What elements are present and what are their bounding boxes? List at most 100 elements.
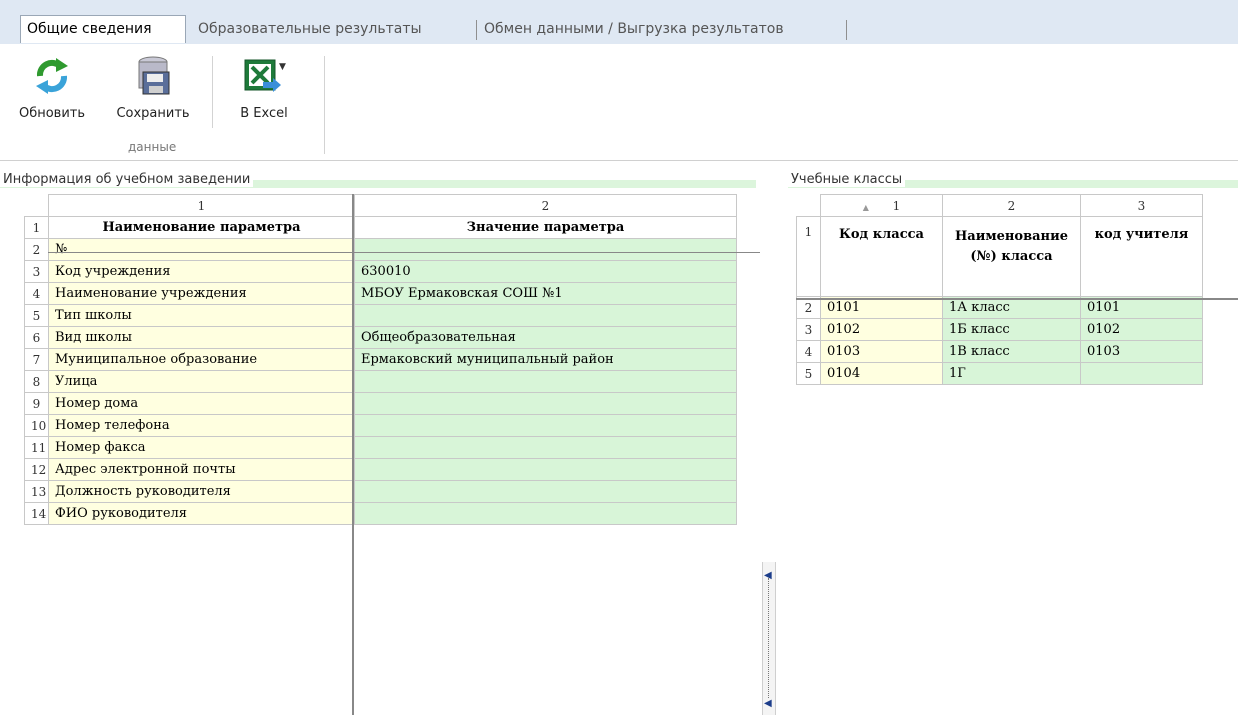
column-number[interactable]: ▲ 1 xyxy=(820,194,943,217)
class-code-cell[interactable]: 0102 xyxy=(820,318,943,341)
param-name-cell[interactable]: № xyxy=(48,238,355,261)
row-number: 13 xyxy=(24,480,49,503)
tab-data-exchange[interactable]: Обмен данными / Выгрузка результатов xyxy=(478,16,848,42)
param-value-cell[interactable]: 630010 xyxy=(354,260,737,283)
param-value-cell[interactable] xyxy=(354,238,737,261)
teacher-code-cell[interactable]: 0103 xyxy=(1080,340,1203,363)
row-number: 9 xyxy=(24,392,49,415)
param-value-cell[interactable] xyxy=(354,480,737,503)
table-row: 11 Номер факса xyxy=(24,436,737,459)
class-name-cell[interactable]: 1Б класс xyxy=(942,318,1081,341)
row-number: 4 xyxy=(24,282,49,305)
corner-cell xyxy=(24,194,49,217)
teacher-code-cell[interactable]: 0102 xyxy=(1080,318,1203,341)
param-name-cell[interactable]: Номер телефона xyxy=(48,414,355,437)
splitter-grip xyxy=(768,578,770,698)
teacher-code-header: код учителя xyxy=(1080,216,1203,297)
param-name-cell[interactable]: Должность руководителя xyxy=(48,480,355,503)
table-row: 9 Номер дома xyxy=(24,392,737,415)
table-row: 5 0104 1Г xyxy=(796,362,1203,385)
right-panel-title: Учебные классы xyxy=(788,172,906,188)
column-number-label: 1 xyxy=(892,198,901,213)
row-number: 5 xyxy=(796,362,821,385)
param-name-cell[interactable]: Наименование учреждения xyxy=(48,282,355,305)
panel-splitter[interactable]: ◀ ◀ xyxy=(762,562,776,715)
table-row: 5 Тип школы xyxy=(24,304,737,327)
save-label: Сохранить xyxy=(116,106,190,121)
export-excel-button[interactable]: ▼ В Excel xyxy=(222,54,306,121)
column-number: 2 xyxy=(354,194,737,217)
sort-ascending-icon: ▲ xyxy=(862,202,869,212)
param-name-cell[interactable]: Код учреждения xyxy=(48,260,355,283)
table-row: 14 ФИО руководителя xyxy=(24,502,737,525)
refresh-icon xyxy=(30,54,74,98)
class-name-cell[interactable]: 1Г xyxy=(942,362,1081,385)
param-name-cell[interactable]: Номер дома xyxy=(48,392,355,415)
header-row: 1 Наименование параметра Значение параме… xyxy=(24,216,737,239)
corner-cell xyxy=(796,194,821,217)
classes-grid: ▲ 1 2 3 1 Код класса Наименование (№) кл… xyxy=(796,194,1203,385)
param-value-cell[interactable]: Общеобразовательная xyxy=(354,326,737,349)
class-code-header: Код класса xyxy=(820,216,943,297)
excel-label: В Excel xyxy=(240,106,288,121)
row-number: 11 xyxy=(24,436,49,459)
ribbon-toolbar: Обновить Сохранить ▼ В Excel данные xyxy=(0,44,1238,161)
dropdown-arrow-icon[interactable]: ▼ xyxy=(279,62,286,72)
tab-label: Обмен данными / Выгрузка результатов xyxy=(484,21,784,37)
param-value-cell[interactable]: МБОУ Ермаковская СОШ №1 xyxy=(354,282,737,305)
table-row: 12 Адрес электронной почты xyxy=(24,458,737,481)
tab-label: Общие сведения xyxy=(27,21,152,37)
param-value-cell[interactable] xyxy=(354,414,737,437)
param-value-cell[interactable]: Ермаковский муниципальный район xyxy=(354,348,737,371)
class-name-header: Наименование (№) класса xyxy=(942,216,1081,297)
class-code-cell[interactable]: 0104 xyxy=(820,362,943,385)
param-value-cell[interactable] xyxy=(354,392,737,415)
param-name-cell[interactable]: Муниципальное образование xyxy=(48,348,355,371)
column-number-row: 1 2 xyxy=(24,194,737,217)
column-divider[interactable] xyxy=(352,194,354,715)
param-name-cell[interactable]: Тип школы xyxy=(48,304,355,327)
param-value-cell[interactable] xyxy=(354,304,737,327)
collapse-left-icon[interactable]: ◀ xyxy=(764,698,772,709)
param-name-cell[interactable]: Адрес электронной почты xyxy=(48,458,355,481)
class-code-cell[interactable]: 0103 xyxy=(820,340,943,363)
param-name-cell[interactable]: Улица xyxy=(48,370,355,393)
class-name-cell[interactable]: 1В класс xyxy=(942,340,1081,363)
table-row: 4 Наименование учреждения МБОУ Ермаковская… xyxy=(24,282,737,305)
row-number: 1 xyxy=(24,216,49,239)
tab-divider xyxy=(846,20,847,40)
row-number: 5 xyxy=(24,304,49,327)
left-panel-title: Информация об учебном заведении xyxy=(0,172,254,188)
row-number: 12 xyxy=(24,458,49,481)
param-name-cell[interactable]: Вид школы xyxy=(48,326,355,349)
refresh-label: Обновить xyxy=(18,106,86,121)
table-row: 13 Должность руководителя xyxy=(24,480,737,503)
table-row: 10 Номер телефона xyxy=(24,414,737,437)
param-value-cell[interactable] xyxy=(354,458,737,481)
row-number: 10 xyxy=(24,414,49,437)
table-row: 4 0103 1В класс 0103 xyxy=(796,340,1203,363)
param-value-cell[interactable] xyxy=(354,370,737,393)
column-number-row: ▲ 1 2 3 xyxy=(796,194,1203,217)
row-number: 3 xyxy=(796,318,821,341)
row-number: 3 xyxy=(24,260,49,283)
save-database-icon xyxy=(131,54,175,98)
param-name-cell[interactable]: Номер факса xyxy=(48,436,355,459)
param-value-cell[interactable] xyxy=(354,502,737,525)
save-button[interactable]: Сохранить xyxy=(108,54,198,121)
table-row: 3 0102 1Б класс 0102 xyxy=(796,318,1203,341)
row-number: 14 xyxy=(24,502,49,525)
tab-general-info[interactable]: Общие сведения xyxy=(20,15,186,43)
tab-educational-results[interactable]: Образовательные результаты xyxy=(192,16,476,42)
tab-divider xyxy=(476,20,477,40)
teacher-code-cell[interactable] xyxy=(1080,362,1203,385)
tab-label: Образовательные результаты xyxy=(198,21,422,37)
row-number: 7 xyxy=(24,348,49,371)
tab-bar: Общие сведения Образовательные результат… xyxy=(0,0,1238,45)
ribbon-separator xyxy=(324,56,325,154)
param-name-cell[interactable]: ФИО руководителя xyxy=(48,502,355,525)
param-value-cell[interactable] xyxy=(354,436,737,459)
table-row: 8 Улица xyxy=(24,370,737,393)
refresh-button[interactable]: Обновить xyxy=(4,54,100,121)
row-number: 4 xyxy=(796,340,821,363)
